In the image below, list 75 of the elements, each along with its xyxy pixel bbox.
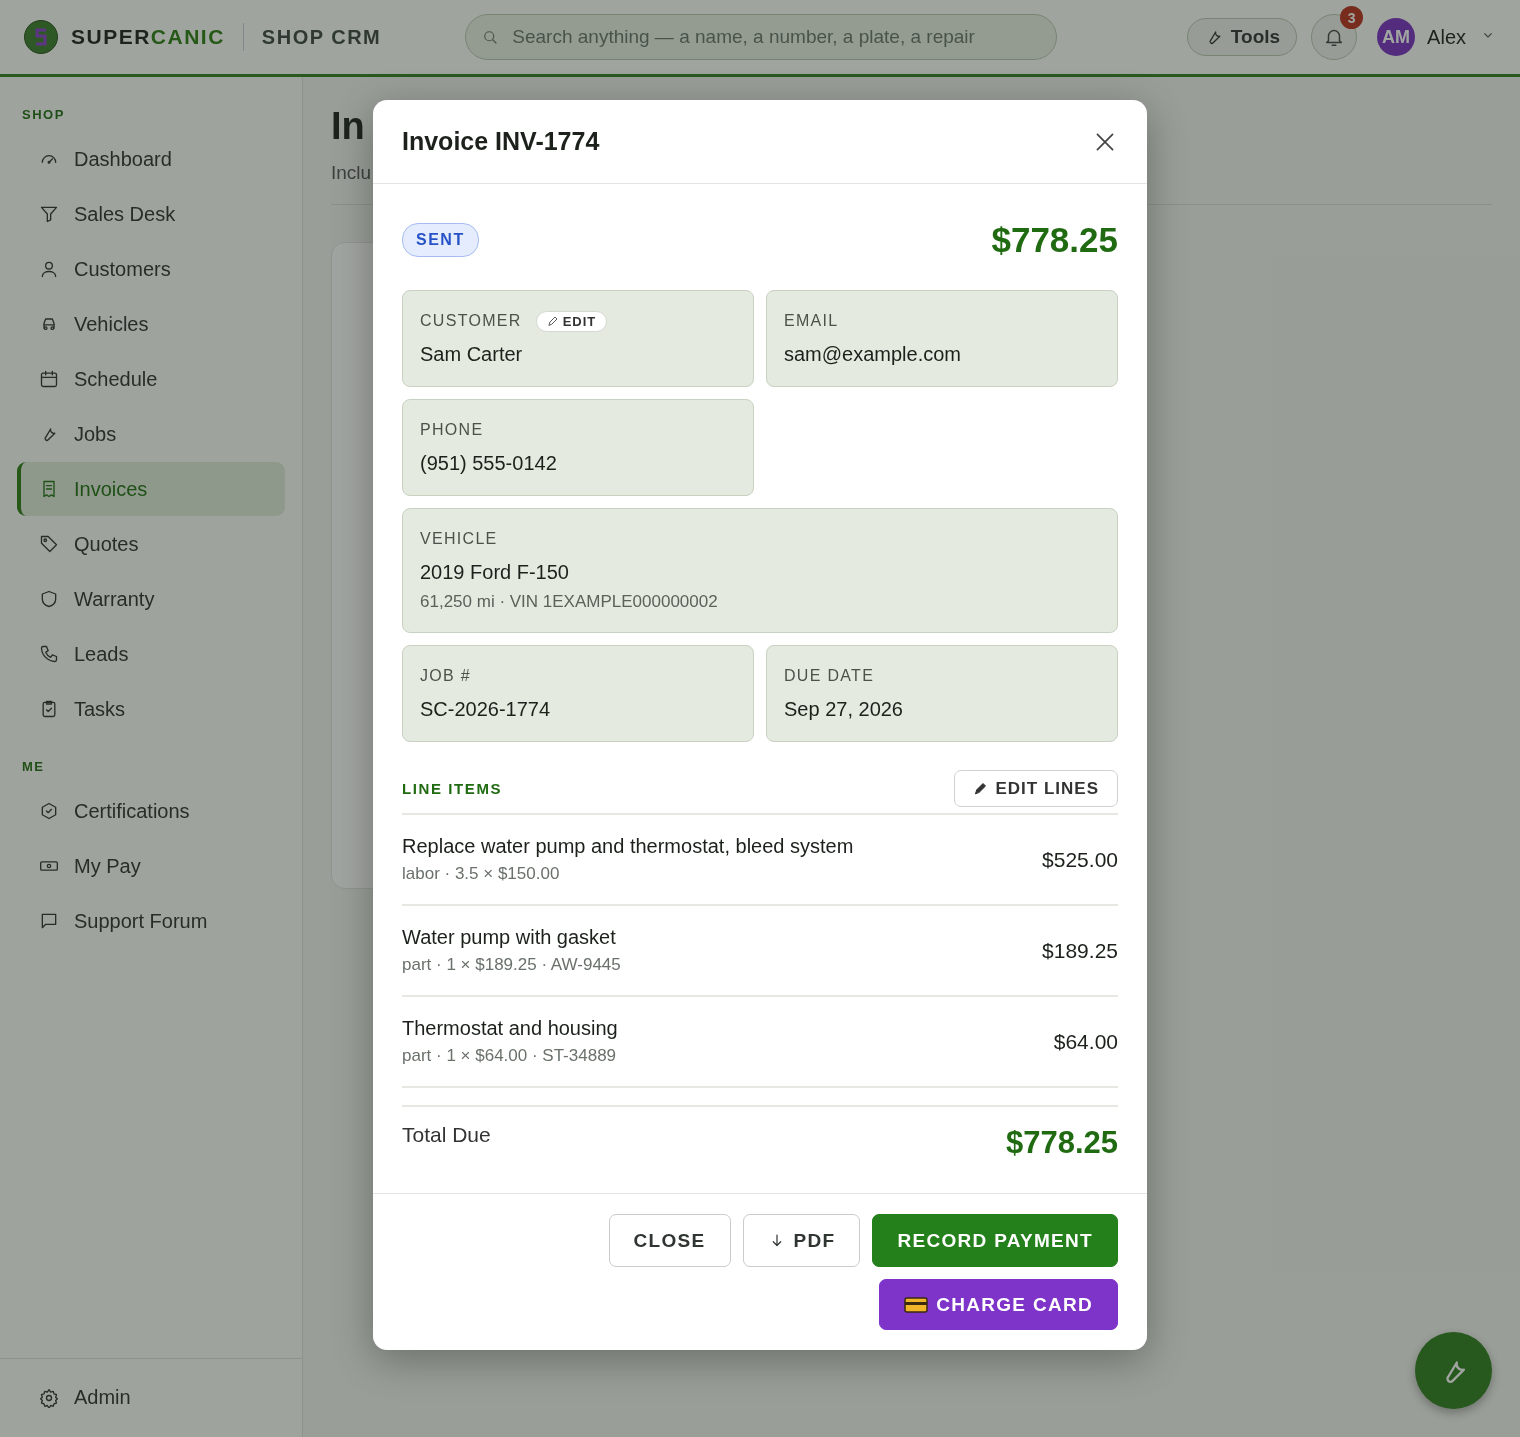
item-amount: $64.00 <box>1053 1029 1118 1054</box>
sidebar-item[interactable]: My Pay <box>17 839 285 893</box>
field-label: DUE DATE <box>784 667 875 685</box>
sidebar-item[interactable]: Leads <box>17 627 285 681</box>
invoice-amount: $778.25 <box>991 220 1118 260</box>
item-meta: part · 1 × $64.00 · ST-34889 <box>402 1046 618 1066</box>
chat-icon <box>39 911 59 931</box>
field-detail: 61,250 mi · VIN 1EXAMPLE000000002 <box>420 592 719 612</box>
sidebar-item[interactable]: Sales Desk <box>17 187 285 241</box>
field-label: CUSTOMER <box>420 312 522 330</box>
item-meta: part · 1 × $189.25 · AW-9445 <box>402 955 621 975</box>
notification-count: 3 <box>1340 6 1364 29</box>
badge-check-icon <box>39 801 59 821</box>
field-label: VEHICLE <box>420 530 498 548</box>
user-avatar[interactable]: AM <box>1377 18 1416 56</box>
item-amount: $525.00 <box>1042 847 1118 872</box>
pencil-icon <box>546 315 559 327</box>
section-heading: ME <box>22 759 46 774</box>
field-value: Sep 27, 2026 <box>784 698 904 721</box>
sidebar-item[interactable]: Schedule <box>17 352 285 406</box>
sidebar-item[interactable]: Customers <box>17 242 285 296</box>
brand-name: SUPERCANIC <box>71 25 225 49</box>
sidebar-item[interactable]: Quotes <box>17 517 285 571</box>
section-heading: LINE ITEMS <box>402 780 503 797</box>
sidebar-item[interactable]: Invoices <box>17 462 285 516</box>
app-name: SHOP CRM <box>261 25 382 49</box>
sidebar-item[interactable]: Vehicles <box>17 297 285 351</box>
field-value: Sam Carter <box>420 343 524 366</box>
tools-button[interactable]: Tools <box>1186 18 1298 56</box>
sidebar-item[interactable]: Certifications <box>17 784 285 838</box>
total-amount: $778.25 <box>1005 1125 1118 1161</box>
tools-fab[interactable] <box>1415 1332 1492 1409</box>
person-icon <box>39 259 59 279</box>
field-label: PHONE <box>420 421 484 439</box>
sidebar-item[interactable]: Dashboard <box>17 132 285 186</box>
dialog-title: Invoice INV-1774 <box>402 127 601 156</box>
record-payment-button[interactable]: RECORD PAYMENT <box>872 1214 1118 1267</box>
sidebar-item[interactable]: Tasks <box>17 682 285 736</box>
close-button[interactable]: CLOSE <box>608 1214 731 1267</box>
funnel-icon <box>39 204 59 224</box>
notifications-button[interactable] <box>1311 14 1358 60</box>
status-badge: SENT <box>402 223 479 257</box>
field-value: 2019 Ford F-150 <box>420 561 570 584</box>
item-description: Thermostat and housing <box>402 1017 618 1040</box>
field-label: JOB # <box>420 667 471 685</box>
charge-card-button[interactable]: CHARGE CARD <box>879 1279 1118 1330</box>
calendar-icon <box>39 369 59 389</box>
sidebar-item[interactable]: Warranty <box>17 572 285 626</box>
field-value: sam@example.com <box>784 343 963 366</box>
edit-button[interactable]: EDIT <box>535 310 608 332</box>
item-description: Replace water pump and thermostat, bleed system <box>402 835 854 858</box>
item-meta: labor · 3.5 × $150.00 <box>402 864 561 884</box>
logo-icon <box>24 20 58 54</box>
search-field[interactable]: Search anything — a name, a number, a plate, a repair <box>465 14 1058 60</box>
item-description: Water pump with gasket <box>402 926 617 949</box>
phone-icon <box>39 644 59 664</box>
section-heading: SHOP <box>22 107 66 122</box>
item-amount: $189.25 <box>1042 938 1118 963</box>
field-value: SC-2026-1774 <box>420 698 552 721</box>
edit-lines-button[interactable]: EDIT LINES <box>954 770 1118 807</box>
total-label: Total Due <box>402 1123 491 1147</box>
shield-icon <box>39 589 59 609</box>
gear-icon <box>39 1387 59 1408</box>
sidebar-item[interactable]: Admin <box>17 1370 131 1425</box>
field-label: EMAIL <box>784 312 839 330</box>
field-value: (951) 555-0142 <box>420 452 558 475</box>
tag-icon <box>39 534 59 554</box>
page-title: In <box>331 105 365 148</box>
page-subtitle: Inclu <box>331 162 372 184</box>
sidebar-item[interactable]: Support Forum <box>17 894 285 948</box>
sidebar-item[interactable]: Jobs <box>17 407 285 461</box>
pencil-icon <box>973 781 989 796</box>
pdf-button[interactable]: PDF <box>742 1214 861 1267</box>
credit-card-icon <box>904 1295 929 1314</box>
user-name[interactable]: Alex <box>1427 25 1466 49</box>
